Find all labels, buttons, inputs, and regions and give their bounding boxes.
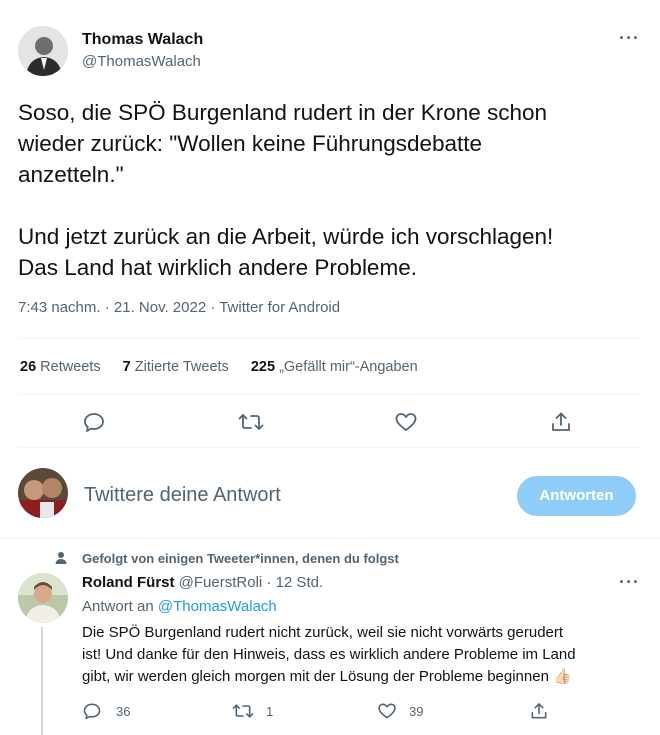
reply-text-line: Die SPÖ Burgenland rudert nicht zurück, … xyxy=(82,624,564,641)
tweet-text-line: Und jetzt zurück an die Arbeit, würde ic… xyxy=(18,224,554,249)
retweet-icon xyxy=(232,701,254,721)
share-icon[interactable] xyxy=(549,410,573,434)
reply-text-line: ist! Und danke für den Hinweis, dass es … xyxy=(82,646,576,663)
divider xyxy=(18,338,640,339)
likes-count: 225 xyxy=(250,359,276,375)
reply-to-line: Antwort an @ThomasWalach xyxy=(82,598,277,615)
user-avatar[interactable] xyxy=(18,468,68,518)
reply-text: Die SPÖ Burgenland rudert nicht zurück, … xyxy=(82,622,642,688)
retweets-label: Retweets xyxy=(40,359,101,375)
reply-time[interactable]: · 12 Std. xyxy=(266,574,323,591)
person-icon xyxy=(55,551,67,570)
reply-to-prefix: Antwort an xyxy=(82,598,154,615)
like-icon[interactable] xyxy=(394,410,418,434)
divider xyxy=(18,394,640,395)
reply-more-options-icon[interactable]: ··· xyxy=(619,572,640,593)
reply-input[interactable]: Twittere deine Antwort xyxy=(84,484,281,507)
tweet-text-line: Soso, die SPÖ Burgenland rudert in der K… xyxy=(18,100,548,125)
reply-icon[interactable] xyxy=(82,410,106,434)
tweet-text-line: Das Land hat wirklich andere Probleme. xyxy=(18,255,417,280)
author-handle[interactable]: @ThomasWalach xyxy=(82,53,201,70)
reply-author-name[interactable]: Roland Fürst xyxy=(82,574,175,591)
stats-row: 26 Retweets 7 Zitierte Tweets 225 „Gefäl… xyxy=(20,359,418,375)
divider xyxy=(18,447,640,448)
reply-reply-count: 36 xyxy=(116,703,131,719)
reply-reply-action[interactable]: 36 xyxy=(82,701,130,721)
retweets-count: 26 xyxy=(20,359,37,375)
reply-button[interactable]: Antworten xyxy=(517,476,636,516)
reply-text-line: gibt, wir werden gleich morgen mit der L… xyxy=(82,668,572,685)
likes-stat[interactable]: 225 „Gefällt mir“-Angaben xyxy=(251,359,418,375)
author-name[interactable]: Thomas Walach xyxy=(82,31,203,49)
reply-retweet-count: 1 xyxy=(266,703,274,719)
reply-header: Roland Fürst @FuerstRoli · 12 Std. xyxy=(82,574,323,591)
reply-to-handle[interactable]: @ThomasWalach xyxy=(158,598,277,615)
reply-author-avatar[interactable] xyxy=(18,573,68,623)
tweet-text-line: anzetteln." xyxy=(18,162,124,187)
quotes-label: Zitierte Tweets xyxy=(134,359,229,375)
author-avatar[interactable] xyxy=(18,26,68,76)
likes-label: „Gefällt mir“-Angaben xyxy=(279,359,418,375)
reply-like-action[interactable]: 39 xyxy=(377,701,423,721)
retweet-icon[interactable] xyxy=(238,410,264,434)
reply-author-handle[interactable]: @FuerstRoli xyxy=(179,574,263,591)
reply-retweet-action[interactable]: 1 xyxy=(232,701,273,721)
retweets-stat[interactable]: 26 Retweets xyxy=(20,359,105,375)
reply-share-icon[interactable] xyxy=(529,701,549,721)
section-divider xyxy=(0,538,660,539)
tweet-meta[interactable]: 7:43 nachm. · 21. Nov. 2022 · Twitter fo… xyxy=(18,299,340,316)
quotes-count: 7 xyxy=(122,359,131,375)
reply-icon xyxy=(82,701,102,721)
tweet-text: Soso, die SPÖ Burgenland rudert in der K… xyxy=(18,97,648,283)
like-icon xyxy=(377,701,397,721)
tweet-text-line: wieder zurück: "Wollen keine Führungsdeb… xyxy=(18,131,483,156)
quotes-stat[interactable]: 7 Zitierte Tweets xyxy=(123,359,233,375)
social-context[interactable]: Gefolgt von einigen Tweeter*innen, denen… xyxy=(82,551,399,566)
reply-like-count: 39 xyxy=(409,703,424,719)
more-options-icon[interactable]: ··· xyxy=(619,28,640,49)
thread-line xyxy=(41,627,43,735)
